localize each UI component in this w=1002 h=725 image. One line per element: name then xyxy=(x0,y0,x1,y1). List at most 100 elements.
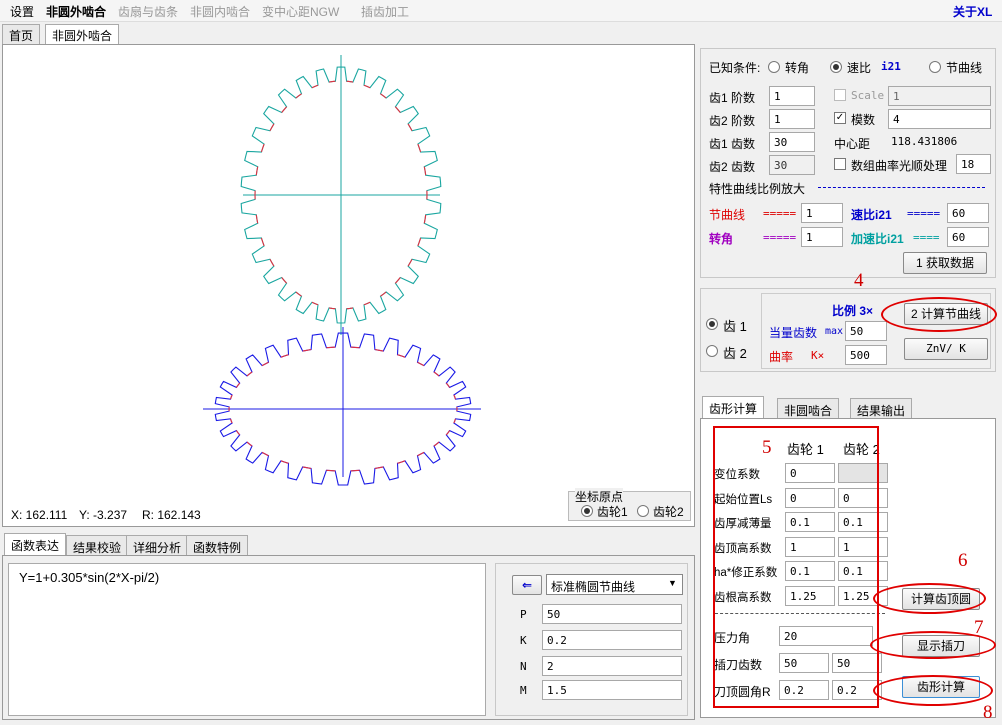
known-angle-label: 转角 xyxy=(785,61,810,75)
pitch-curve-label: 节曲线 xyxy=(709,208,746,222)
gear2-root xyxy=(453,394,457,400)
gear1-root xyxy=(394,106,401,113)
drawing-canvas[interactable]: X: 162.111 Y: -3.237 R: 162.143 坐标原点 齿轮1… xyxy=(2,44,695,527)
gear1-root xyxy=(363,301,371,306)
param-n-input[interactable]: 2 xyxy=(542,656,682,676)
origin-gear2-label: 齿轮2 xyxy=(653,505,684,519)
gear1-root xyxy=(281,277,288,284)
annotation-oval-4 xyxy=(881,297,997,332)
known-conditions-group: 已知条件: 转角 速比 i21 节曲线 齿1 阶数 1 齿2 阶数 1 齿1 齿… xyxy=(700,48,996,278)
module-label: 模数 xyxy=(851,113,876,127)
known-ratio-radio[interactable] xyxy=(830,61,842,73)
gear1-root xyxy=(329,80,336,83)
gear2-order-input[interactable]: 1 xyxy=(769,109,815,129)
curvature-input[interactable]: 500 xyxy=(845,345,887,365)
gear1-root xyxy=(269,258,275,267)
menu-settings[interactable]: 设置 xyxy=(10,3,34,20)
gear2-root xyxy=(302,466,312,470)
gear1-root xyxy=(260,237,265,247)
ratio-curve-label: 速比i21 xyxy=(851,208,892,222)
scale-checkbox[interactable] xyxy=(834,89,846,101)
scale-gear2-radio[interactable] xyxy=(706,345,718,357)
menu-variable-center[interactable]: 变中心距NGW xyxy=(262,3,339,20)
gear1-root xyxy=(423,214,427,224)
known-pitch-radio[interactable] xyxy=(929,61,941,73)
tab-noncircular-outer[interactable]: 非圆外啮合 xyxy=(45,24,120,44)
gear1-root xyxy=(363,84,371,89)
ratio-curve-scale-input[interactable]: 60 xyxy=(947,203,989,223)
scale-gear1-radio[interactable] xyxy=(706,318,718,330)
annotation-number-4: 4 xyxy=(854,270,864,291)
gear1-order-input[interactable]: 1 xyxy=(769,86,815,106)
gear2-root xyxy=(374,348,384,352)
param-m-input[interactable]: 1.5 xyxy=(542,680,682,700)
smooth-checkbox[interactable] xyxy=(834,158,846,170)
menu-bar: 设置 非圆外啮合 齿扇与齿条 非圆内啮合 变中心距NGW 插齿加工 关于XL xyxy=(0,0,1002,22)
scale-label: Scale xyxy=(851,89,885,102)
tab-result-check[interactable]: 结果校验 xyxy=(66,535,129,557)
scale-input: 1 xyxy=(888,86,991,106)
get-data-button[interactable]: 1 获取数据 xyxy=(903,252,987,274)
annotation-number-7: 7 xyxy=(974,617,984,638)
tab-noncircular-mesh[interactable]: 非圆啮合 xyxy=(777,398,840,420)
gear1-root xyxy=(380,291,387,297)
gear2-root xyxy=(261,361,269,367)
gear2-root xyxy=(433,441,440,447)
pitch-curve-scale-input[interactable]: 1 xyxy=(801,203,843,223)
known-angle-radio[interactable] xyxy=(768,61,780,73)
smooth-input[interactable]: 18 xyxy=(956,154,991,174)
tab-function-special[interactable]: 函数特例 xyxy=(186,535,249,557)
gear1-root xyxy=(311,84,319,89)
tab-detail-analysis[interactable]: 详细分析 xyxy=(126,535,189,557)
module-input[interactable]: 4 xyxy=(888,109,991,129)
tab-home[interactable]: 首页 xyxy=(2,24,41,44)
gear1-teeth-label: 齿1 齿数 xyxy=(709,137,756,151)
gear2-root xyxy=(229,394,233,400)
param-p-label: P xyxy=(520,608,527,621)
equiv-teeth-max-label: max xyxy=(825,326,844,337)
coord-r-readout: R: 162.143 xyxy=(142,508,201,522)
menu-noncircular-inner[interactable]: 非圆内啮合 xyxy=(190,3,250,20)
gear2-root xyxy=(326,346,336,349)
menu-shaping[interactable]: 插齿加工 xyxy=(361,3,409,20)
annotation-rect-5 xyxy=(713,426,879,708)
origin-gear2-radio[interactable] xyxy=(637,505,649,517)
gear1-root xyxy=(417,143,422,153)
gear2-teeth-input: 30 xyxy=(769,155,815,175)
module-checkbox[interactable]: ✓ xyxy=(834,112,846,124)
menu-sector-rack[interactable]: 齿扇与齿条 xyxy=(118,3,178,20)
gear1-root xyxy=(394,277,401,284)
gear2-root xyxy=(417,451,425,457)
angle-curve-scale-input[interactable]: 1 xyxy=(801,227,843,247)
tab-function-expression[interactable]: 函数表达 xyxy=(4,533,67,557)
gear2-root xyxy=(417,361,425,367)
menu-about[interactable]: 关于XL xyxy=(953,3,992,20)
preset-select[interactable]: 标准椭圆节曲线 ▼ xyxy=(546,574,683,595)
apply-preset-button[interactable]: ⇐ xyxy=(512,575,542,595)
param-p-input[interactable]: 50 xyxy=(542,604,682,624)
center-distance-value: 118.431806 xyxy=(891,135,958,148)
gear1-root xyxy=(281,106,288,113)
accel-curve-label: 加速比i21 xyxy=(851,232,904,246)
expression-text: Y=1+0.305*sin(2*X-pi/2) xyxy=(19,570,160,585)
equiv-teeth-label: 当量齿数 xyxy=(769,326,818,340)
gear2-root xyxy=(246,441,253,447)
gear1-teeth-input[interactable]: 30 xyxy=(769,132,815,152)
origin-gear1-radio[interactable] xyxy=(581,505,593,517)
curve-scale-divider xyxy=(818,187,985,188)
znv-k-button[interactable]: ZnV/ K xyxy=(904,338,988,360)
expression-editor[interactable]: Y=1+0.305*sin(2*X-pi/2) xyxy=(8,563,486,716)
tab-tooth-calc[interactable]: 齿形计算 xyxy=(702,396,765,420)
accel-curve-line-icon: ==== xyxy=(913,231,940,244)
angle-curve-label: 转角 xyxy=(709,232,734,246)
annotation-oval-8 xyxy=(873,675,993,706)
tab-result-output[interactable]: 结果输出 xyxy=(850,398,913,420)
gear1-root xyxy=(255,214,259,224)
param-k-input[interactable]: 0.2 xyxy=(542,630,682,650)
scale-gear1-label: 齿 1 xyxy=(723,319,747,334)
accel-curve-scale-input[interactable]: 60 xyxy=(947,227,989,247)
menu-noncircular-outer[interactable]: 非圆外啮合 xyxy=(46,3,106,20)
ratio-curve-line-icon: ===== xyxy=(907,207,941,220)
equiv-teeth-input[interactable]: 50 xyxy=(845,321,887,341)
gear2-root xyxy=(261,451,269,457)
